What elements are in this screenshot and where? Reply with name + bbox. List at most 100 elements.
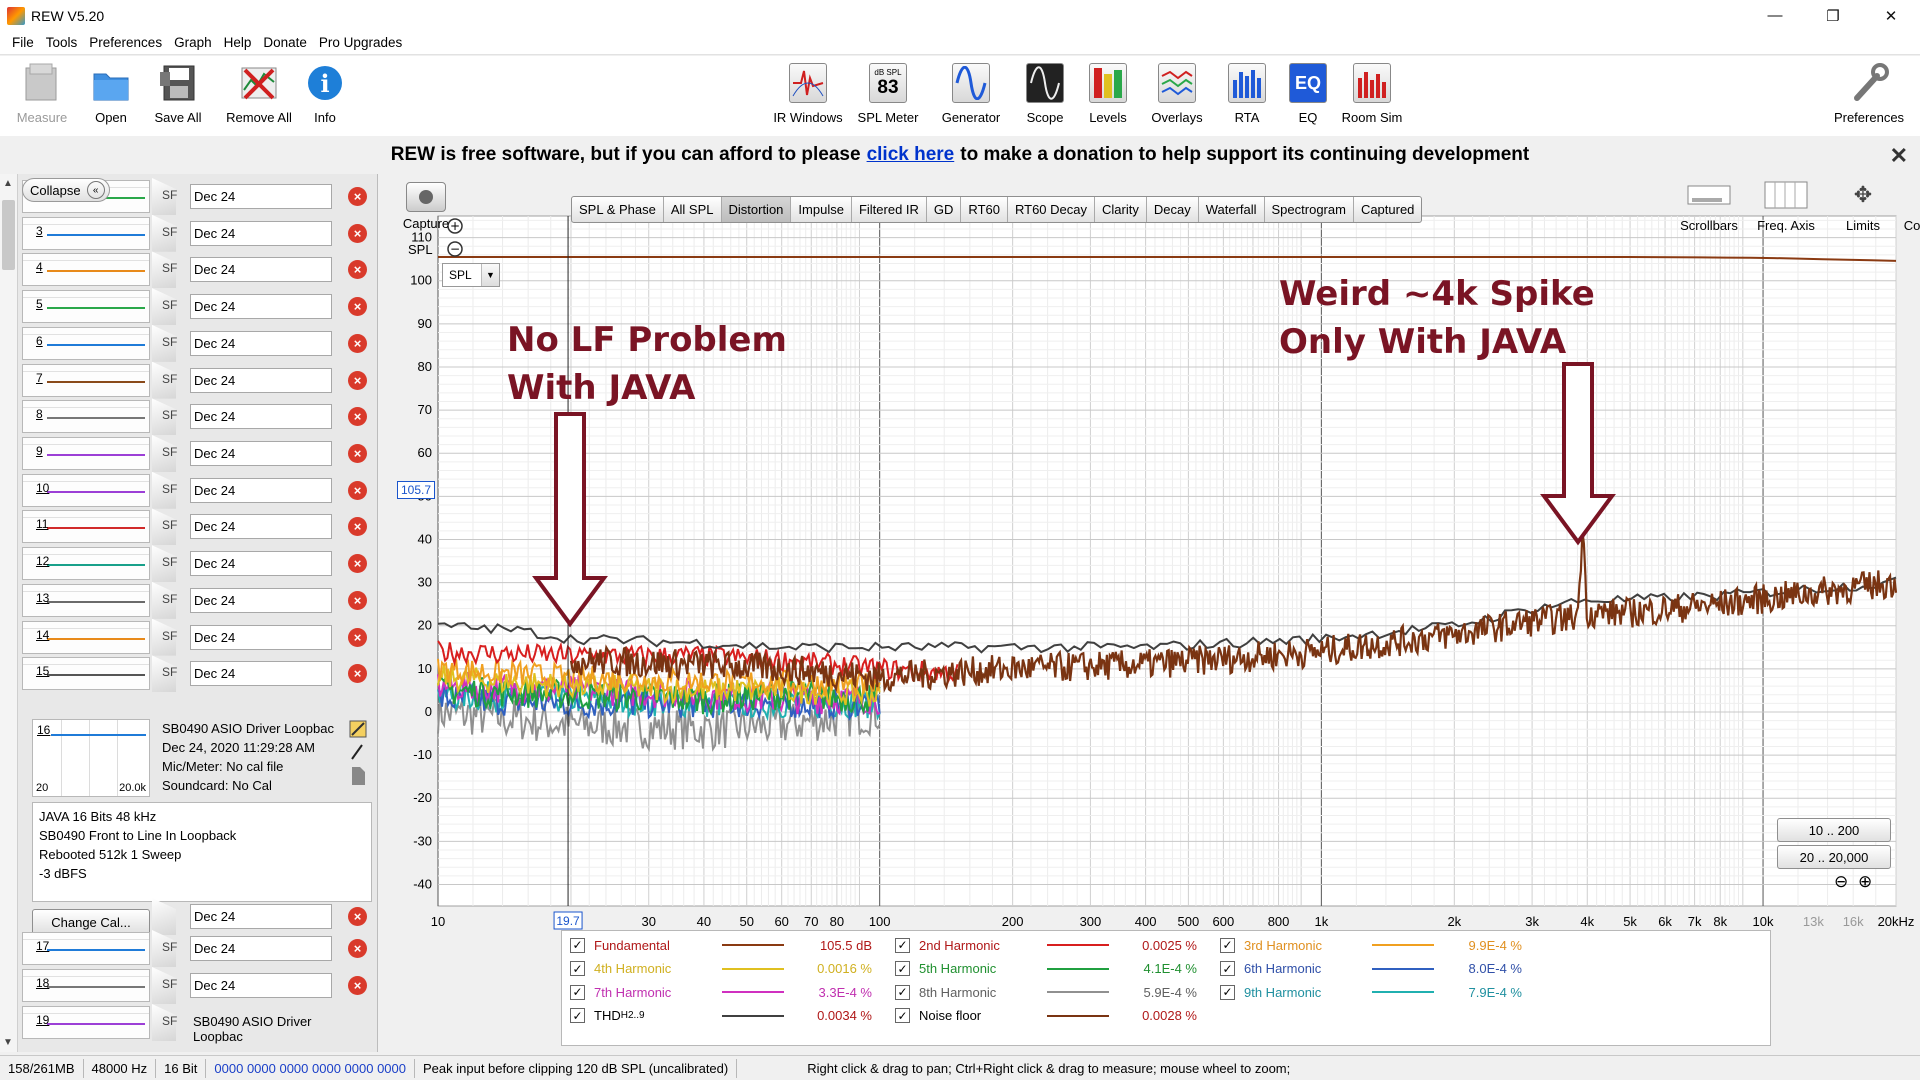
spl-dropdown[interactable]: SPL ▼ bbox=[442, 263, 500, 287]
banner-close-icon[interactable]: ✕ bbox=[1890, 143, 1908, 169]
tab-rt60[interactable]: RT60 bbox=[961, 197, 1008, 222]
info-button[interactable]: i Info bbox=[283, 62, 367, 125]
measurement-name-field[interactable]: Dec 24 bbox=[190, 184, 332, 209]
range-10-200-button[interactable]: 10 .. 200 bbox=[1777, 818, 1891, 842]
measurement-name-field[interactable]: Dec 24 bbox=[190, 294, 332, 320]
ir-windows-button[interactable]: IR Windows bbox=[766, 62, 850, 125]
room-sim-button[interactable]: Room Sim bbox=[1330, 62, 1414, 125]
legend-checkbox[interactable]: ✓ bbox=[1220, 984, 1235, 1000]
save-all-button[interactable]: Save All bbox=[136, 62, 220, 125]
measurement-row-6[interactable]: 6 SF Dec 24 × bbox=[22, 324, 377, 362]
delete-measurement-icon[interactable]: × bbox=[348, 907, 367, 926]
scroll-up-icon[interactable]: ▲ bbox=[3, 178, 13, 189]
tab-rt60-decay[interactable]: RT60 Decay bbox=[1008, 197, 1095, 222]
menu-tools[interactable]: Tools bbox=[40, 35, 84, 50]
measurement-row-13[interactable]: 13 SF Dec 24 × bbox=[22, 581, 377, 619]
generator-button[interactable]: Generator bbox=[929, 62, 1013, 125]
edit-pen-icon[interactable] bbox=[349, 720, 367, 738]
delete-measurement-icon[interactable]: × bbox=[348, 333, 367, 353]
tab-filtered-ir[interactable]: Filtered IR bbox=[852, 197, 927, 222]
tab-gd[interactable]: GD bbox=[927, 197, 962, 222]
zoom-in-icon[interactable]: ⊕ bbox=[1858, 872, 1872, 892]
legend-checkbox[interactable]: ✓ bbox=[1220, 961, 1235, 976]
delete-measurement-icon[interactable]: × bbox=[348, 444, 367, 464]
legend-checkbox[interactable]: ✓ bbox=[895, 1008, 910, 1023]
selected-measurement[interactable]: 16 20 20.0k SB0490 ASIO Driver Loopbac D… bbox=[22, 715, 377, 902]
menu-help[interactable]: Help bbox=[218, 35, 258, 50]
delete-measurement-icon[interactable]: × bbox=[348, 407, 367, 427]
measurement-name-field[interactable]: Dec 24 bbox=[190, 257, 332, 283]
delete-measurement-icon[interactable]: × bbox=[348, 517, 367, 537]
scrollbars-button[interactable]: Scrollbars bbox=[1669, 180, 1749, 233]
tab-spl-phase[interactable]: SPL & Phase bbox=[572, 197, 664, 222]
measurement-thumbnail[interactable]: 16 20 20.0k bbox=[32, 719, 150, 797]
delete-measurement-icon[interactable]: × bbox=[348, 627, 367, 647]
measurement-row-3[interactable]: 3 SF Dec 24 × bbox=[22, 214, 377, 252]
donate-link[interactable]: click here bbox=[867, 144, 955, 166]
zoom-out-icon[interactable]: ⊖ bbox=[1834, 872, 1848, 892]
measurement-name-field[interactable]: Dec 24 bbox=[190, 661, 332, 687]
measurement-name-field[interactable]: Dec 24 bbox=[190, 367, 332, 393]
tab-impulse[interactable]: Impulse bbox=[791, 197, 852, 222]
legend-checkbox[interactable]: ✓ bbox=[895, 984, 910, 1000]
menu-pro-upgrades[interactable]: Pro Upgrades bbox=[313, 35, 408, 50]
delete-measurement-icon[interactable]: × bbox=[348, 223, 367, 243]
capture-button[interactable]: Capture bbox=[396, 182, 456, 231]
panel-scrollbar[interactable]: ▲ ▼ bbox=[0, 174, 18, 1052]
measurement-name-field[interactable]: Dec 24 bbox=[190, 330, 332, 356]
tab-captured[interactable]: Captured bbox=[1354, 197, 1421, 222]
measurement-name-field[interactable]: Dec 24 bbox=[190, 936, 332, 961]
scroll-down-icon[interactable]: ▼ bbox=[3, 1037, 13, 1048]
legend-checkbox[interactable]: ✓ bbox=[1220, 937, 1235, 953]
measurement-name-field[interactable]: Dec 24 bbox=[190, 441, 332, 467]
delete-measurement-icon[interactable]: × bbox=[348, 554, 367, 574]
measurement-name-field[interactable]: Dec 24 bbox=[190, 220, 332, 246]
close-window-button[interactable]: ✕ bbox=[1862, 0, 1920, 31]
delete-measurement-icon[interactable]: × bbox=[348, 939, 367, 958]
delete-measurement-icon[interactable]: × bbox=[348, 370, 367, 390]
measurement-name-field[interactable]: Dec 24 bbox=[190, 404, 332, 430]
delete-measurement-icon[interactable]: × bbox=[348, 976, 367, 995]
legend-checkbox[interactable]: ✓ bbox=[895, 961, 910, 976]
measurement-row-11[interactable]: 11 SF Dec 24 × bbox=[22, 508, 377, 546]
measurement-name-field[interactable]: Dec 24 bbox=[190, 973, 332, 998]
measurement-row-17[interactable]: 17 SF Dec 24 × bbox=[22, 930, 377, 967]
measurement-name-field[interactable]: Dec 24 bbox=[190, 551, 332, 577]
range-20-20000-button[interactable]: 20 .. 20,000 bbox=[1777, 845, 1891, 869]
legend-checkbox[interactable]: ✓ bbox=[895, 937, 910, 953]
y-zoom-out-icon[interactable]: − bbox=[447, 241, 463, 257]
tab-distortion[interactable]: Distortion bbox=[721, 197, 792, 222]
measurement-row-15[interactable]: 15 SF Dec 24 × bbox=[22, 655, 377, 693]
measurement-name-field[interactable]: Dec 24 bbox=[190, 587, 332, 613]
measurement-row-4[interactable]: 4 SF Dec 24 × bbox=[22, 251, 377, 289]
scrollbar-thumb[interactable] bbox=[2, 200, 15, 270]
menu-donate[interactable]: Donate bbox=[257, 35, 313, 50]
controls-button[interactable]: ⚙ Controls bbox=[1888, 180, 1920, 233]
measurement-name-field[interactable]: Dec 24 bbox=[190, 904, 332, 929]
delete-measurement-icon[interactable]: × bbox=[348, 260, 367, 280]
menu-file[interactable]: File bbox=[6, 35, 40, 50]
legend-checkbox[interactable]: ✓ bbox=[570, 984, 585, 1000]
tab-spectrogram[interactable]: Spectrogram bbox=[1265, 197, 1354, 222]
document-icon[interactable] bbox=[352, 767, 365, 785]
tab-clarity[interactable]: Clarity bbox=[1095, 197, 1147, 222]
measurement-name-field[interactable]: Dec 24 bbox=[190, 624, 332, 650]
measurement-row-10[interactable]: 10 SF Dec 24 × bbox=[22, 471, 377, 509]
spl-meter-button[interactable]: dB SPL 83 SPL Meter bbox=[846, 62, 930, 125]
tab-decay[interactable]: Decay bbox=[1147, 197, 1199, 222]
preferences-button[interactable]: Preferences bbox=[1824, 62, 1914, 125]
measurement-row-7[interactable]: 7 SF Dec 24 × bbox=[22, 361, 377, 399]
tab-all-spl[interactable]: All SPL bbox=[664, 197, 722, 222]
measurement-row-19[interactable]: 19 SF SB0490 ASIO Driver Loopbac bbox=[22, 1004, 377, 1044]
measurement-row-9[interactable]: 9 SF Dec 24 × bbox=[22, 435, 377, 473]
tab-waterfall[interactable]: Waterfall bbox=[1199, 197, 1265, 222]
legend-checkbox[interactable]: ✓ bbox=[570, 937, 585, 953]
freq-axis-button[interactable]: Freq. Axis bbox=[1746, 180, 1826, 233]
menu-graph[interactable]: Graph bbox=[168, 35, 218, 50]
maximize-button[interactable]: ❐ bbox=[1804, 0, 1862, 31]
measurement-row-12[interactable]: 12 SF Dec 24 × bbox=[22, 545, 377, 583]
measurement-row-5[interactable]: 5 SF Dec 24 × bbox=[22, 288, 377, 326]
delete-measurement-icon[interactable]: × bbox=[348, 480, 367, 500]
measurement-row-8[interactable]: 8 SF Dec 24 × bbox=[22, 398, 377, 436]
measurement-row-18[interactable]: 18 SF Dec 24 × bbox=[22, 967, 377, 1004]
